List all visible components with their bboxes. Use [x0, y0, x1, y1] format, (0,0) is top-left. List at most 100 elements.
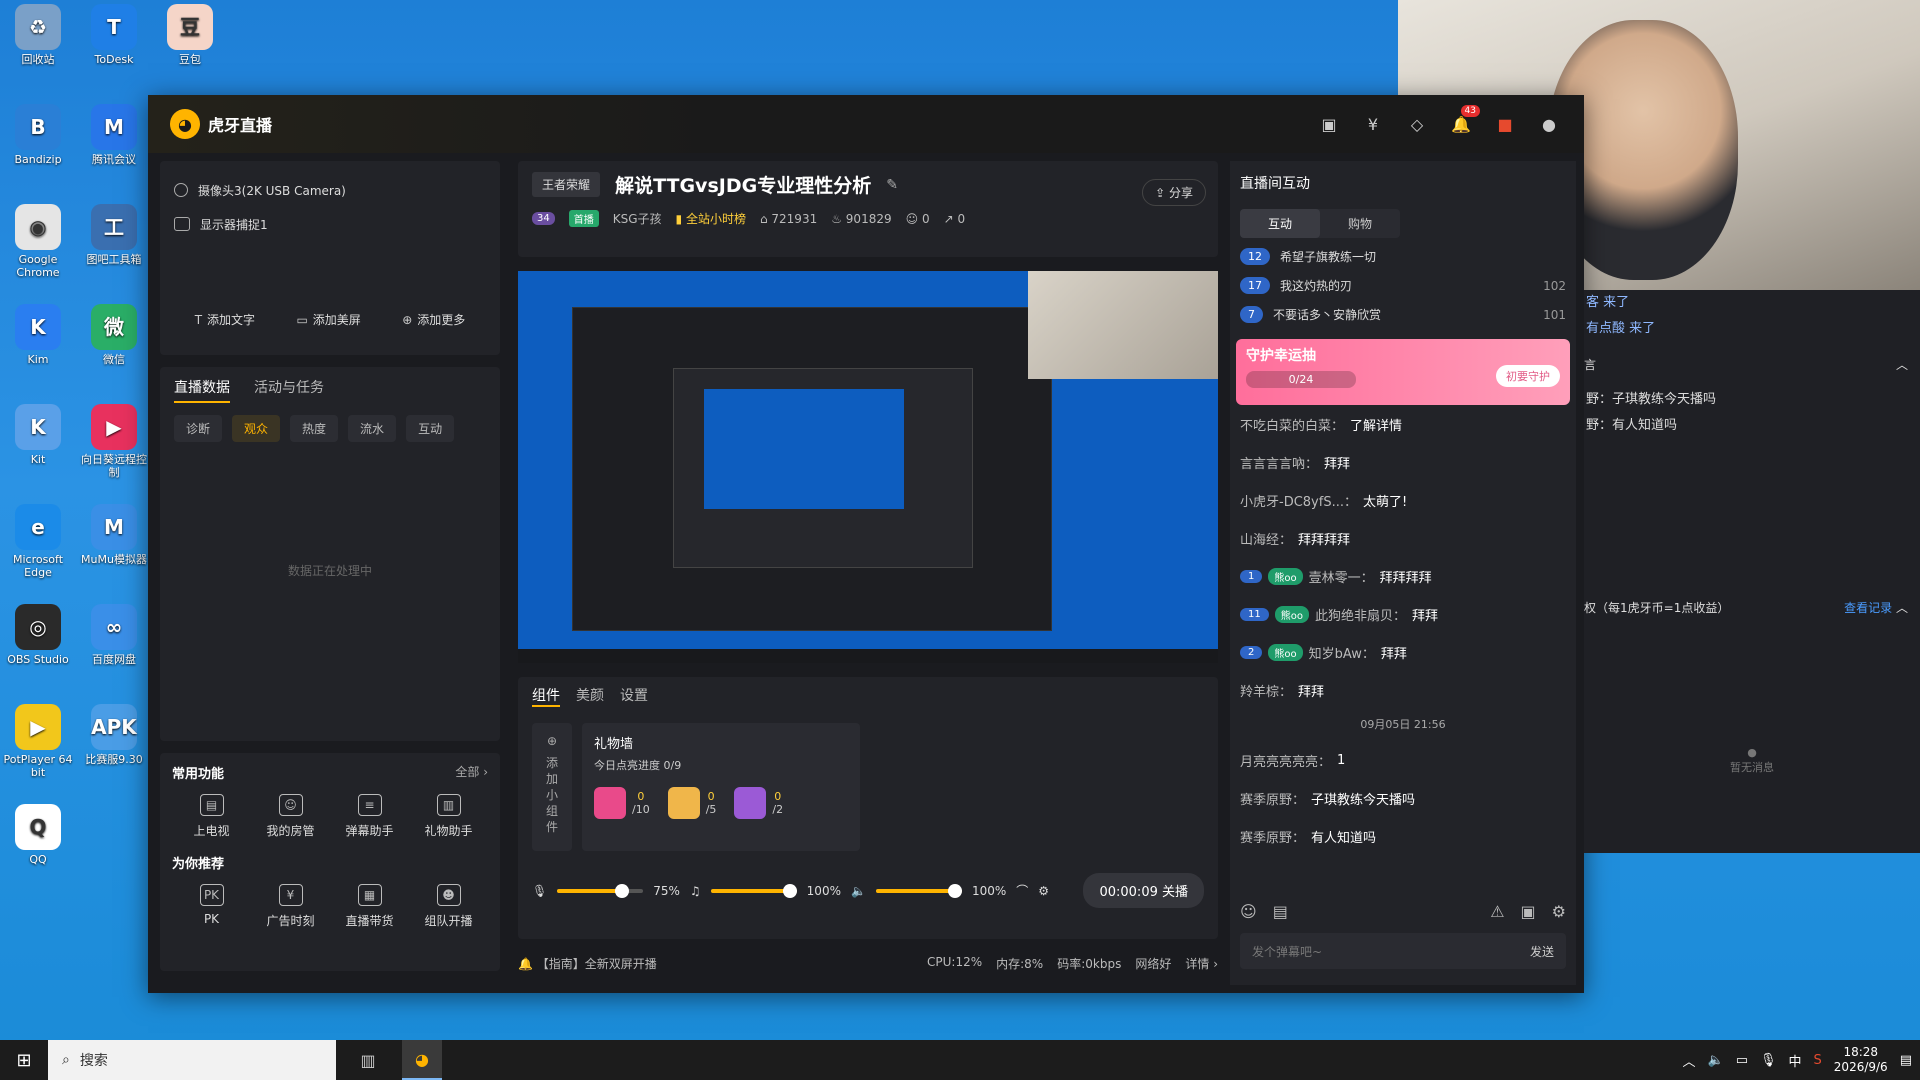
ime-indicator[interactable]: 中	[1789, 1051, 1802, 1070]
tab-shopping[interactable]: 购物	[1320, 209, 1400, 238]
desktop-icon[interactable]: ◎ OBS Studio	[0, 604, 76, 667]
chat-message[interactable]: 小虎牙-DC8yfS...： 太萌了!	[1230, 481, 1576, 519]
music-slider[interactable]	[710, 883, 797, 898]
windows-start-icon[interactable]: ⊞	[0, 1040, 48, 1080]
chip-interaction[interactable]: 互动	[406, 415, 455, 442]
mic-icon[interactable]: 🎙	[532, 884, 547, 898]
gift-wall[interactable]: 礼物墙 今日点亮进度 0/9 0/10 0/5 0/2	[582, 723, 860, 851]
tab-beauty[interactable]: 美颜	[576, 685, 604, 707]
desktop-icon[interactable]: B Bandizip	[0, 104, 76, 167]
desktop-icon[interactable]: ♻ 回收站	[0, 4, 76, 67]
chat-message[interactable]: 不吃白菜的白菜： 了解详情	[1230, 405, 1576, 443]
sogou-icon[interactable]: S	[1814, 1053, 1822, 1068]
desktop-icon[interactable]: M 腾讯会议	[76, 104, 152, 167]
volume-icon[interactable]: 🔈	[1708, 1053, 1724, 1068]
func-gift-helper[interactable]: ▥ 礼物助手	[414, 794, 484, 839]
rank-link[interactable]: ▮ 全站小时榜	[676, 210, 746, 227]
func-room-admin[interactable]: ☺ 我的房管	[256, 794, 326, 839]
chat-message[interactable]: 山海经： 拜拜拜拜	[1230, 519, 1576, 557]
tab-settings[interactable]: 设置	[620, 685, 648, 707]
mic-slider[interactable]	[557, 883, 644, 898]
desktop-icon[interactable]: M MuMu模拟器	[76, 504, 152, 567]
stop-live-button[interactable]: 00:00:09 关播	[1083, 873, 1204, 908]
tab-activities[interactable]: 活动与任务	[254, 377, 324, 403]
desktop-icon[interactable]: ∞ 百度网盘	[76, 604, 152, 667]
tag-icon[interactable]: ◇	[1402, 109, 1432, 139]
desktop-icon[interactable]: 豆豆包	[152, 4, 228, 67]
chevron-up-icon[interactable]: ︿	[1683, 1051, 1696, 1070]
add-more-button[interactable]: ⊕ 添加更多	[402, 311, 465, 328]
func-sale[interactable]: ▦ 直播带货	[335, 884, 405, 929]
emoji-icon[interactable]: ☺	[1240, 902, 1257, 921]
settings-icon[interactable]: ⚙	[1038, 884, 1049, 898]
desktop-icon[interactable]: ▶ PotPlayer 64 bit	[0, 704, 76, 779]
all-functions-link[interactable]: 全部 ›	[455, 763, 488, 782]
clock[interactable]: 18:28 2026/9/6	[1834, 1045, 1888, 1075]
chip-heat[interactable]: 热度	[290, 415, 339, 442]
chip-audience[interactable]: 观众	[232, 415, 281, 442]
category-tag[interactable]: 王者荣耀	[532, 172, 601, 197]
rank-item[interactable]: 12 希望子旗教练一切	[1230, 242, 1576, 271]
desktop-icon[interactable]: APK 比赛服9.30	[76, 704, 152, 767]
add-text-button[interactable]: T 添加文字	[195, 311, 255, 328]
tab-live-data[interactable]: 直播数据	[174, 377, 230, 403]
func-team[interactable]: ☻ 组队开播	[414, 884, 484, 929]
desktop-icon[interactable]: K Kim	[0, 304, 76, 367]
chat-message[interactable]: 赛季原野： 有人知道吗	[1230, 817, 1576, 855]
calendar-icon[interactable]: ▣	[1314, 109, 1344, 139]
source-display[interactable]: 显示器捕捉1	[174, 207, 486, 241]
edit-icon[interactable]: ✎	[886, 177, 898, 193]
desktop-icon[interactable]: ▶ 向日葵远程控制	[76, 404, 152, 479]
tab-components[interactable]: 组件	[532, 685, 560, 707]
music-icon[interactable]: ♫	[690, 884, 701, 898]
func-pk[interactable]: PK PK	[177, 884, 247, 929]
desktop-icon[interactable]: e Microsoft Edge	[0, 504, 76, 579]
speaker-slider[interactable]	[875, 883, 962, 898]
chat-message[interactable]: 羚羊棕： 拜拜	[1230, 671, 1576, 709]
view-records-link[interactable]: 查看记录	[1844, 601, 1892, 615]
desktop-icon[interactable]: ◉ Google Chrome	[0, 204, 76, 279]
chat-message[interactable]: 赛季原野： 子琪教练今天播吗	[1230, 779, 1576, 817]
collapse-icon[interactable]: ︿	[1896, 356, 1908, 373]
popup-icon[interactable]: ▣	[1521, 902, 1536, 921]
chat-message[interactable]: 11 熊oo 此狗绝非扇贝： 拜拜	[1230, 595, 1576, 633]
func-ad[interactable]: ¥ 广告时刻	[256, 884, 326, 929]
func-danmaku[interactable]: ≡ 弹幕助手	[335, 794, 405, 839]
filter-icon[interactable]: ⚙	[1552, 902, 1566, 921]
desktop-icon[interactable]: 工图吧工具箱	[76, 204, 152, 267]
huya-taskbar-icon[interactable]: ◕	[402, 1040, 442, 1080]
yuan-icon[interactable]: ¥	[1358, 109, 1388, 139]
guard-banner[interactable]: 守护幸运抽 0/24 初要守护	[1236, 339, 1570, 405]
desktop-icon[interactable]: Q QQ	[0, 804, 76, 867]
guide-tip[interactable]: 🔔 【指南】全新双屏开播	[518, 955, 657, 972]
add-widget-button[interactable]: ⊕ 添加小组件	[532, 723, 572, 851]
stream-preview[interactable]	[518, 271, 1218, 663]
chat-message[interactable]: 2 熊oo 知岁bAw： 拜拜	[1230, 633, 1576, 671]
chip-diagnose[interactable]: 诊断	[174, 415, 223, 442]
share-button[interactable]: ⇪ 分享	[1142, 179, 1206, 206]
avatar[interactable]: ●	[1534, 109, 1564, 139]
desktop-icon[interactable]: 微微信	[76, 304, 152, 367]
desktop-icon[interactable]: K Kit	[0, 404, 76, 467]
chat-input[interactable]: 发个弹幕吧~ 发送	[1240, 933, 1566, 969]
notification-center-icon[interactable]: ▤	[1900, 1053, 1912, 1068]
guard-button[interactable]: 初要守护	[1496, 365, 1560, 387]
desktop-icon[interactable]: T ToDesk	[76, 4, 152, 67]
bell-icon[interactable]: 🔔 43	[1446, 105, 1480, 139]
details-link[interactable]: 详情 ›	[1185, 955, 1218, 972]
tab-interaction[interactable]: 互动	[1240, 209, 1320, 238]
func-tv[interactable]: ▤ 上电视	[177, 794, 247, 839]
headset-icon[interactable]: ⌒	[1016, 882, 1028, 899]
warning-icon[interactable]: ⚠	[1490, 902, 1504, 921]
rank-item[interactable]: 17 我这灼热的刃 102	[1230, 271, 1576, 300]
task-view-icon[interactable]: ▥	[348, 1040, 388, 1080]
send-button[interactable]: 发送	[1530, 943, 1554, 960]
taskbar-search[interactable]: ⌕ 搜索	[48, 1040, 336, 1080]
add-screen-button[interactable]: ▭ 添加美屏	[296, 311, 360, 328]
chat-message[interactable]: 言言言言吶： 拜拜	[1230, 443, 1576, 481]
chat-message[interactable]: 月亮亮亮亮亮： 1	[1230, 741, 1576, 779]
network-icon[interactable]: ▭	[1736, 1053, 1748, 1068]
speaker-icon[interactable]: 🔈	[851, 884, 866, 898]
chip-revenue[interactable]: 流水	[348, 415, 397, 442]
mic-tray-icon[interactable]: 🎙	[1760, 1053, 1777, 1068]
